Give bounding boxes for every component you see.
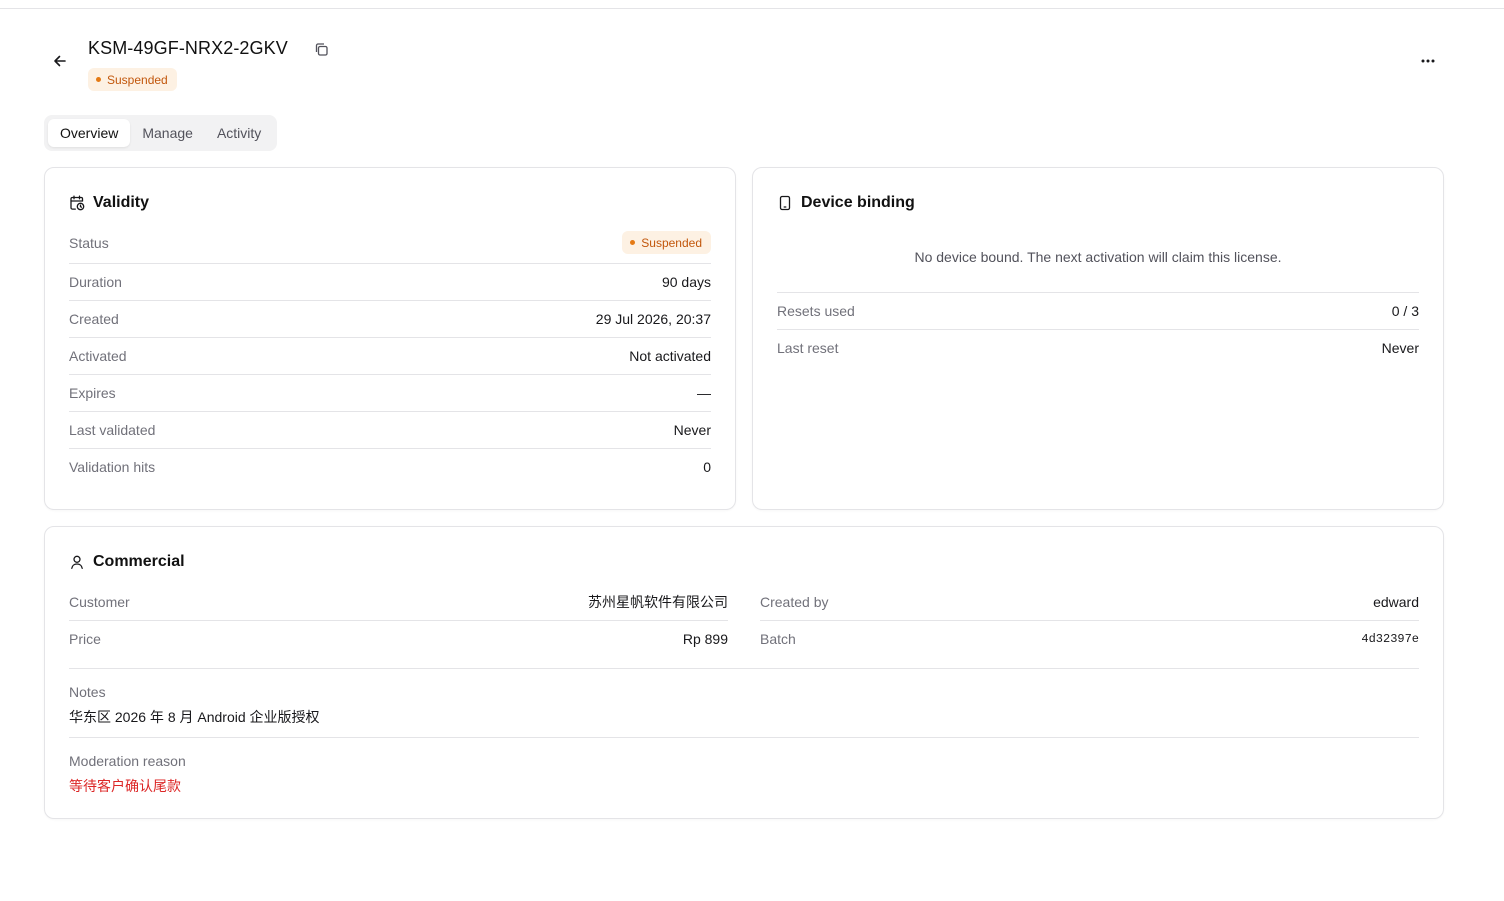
validity-title-text: Validity xyxy=(93,194,150,211)
row-label: Expires xyxy=(69,385,116,401)
user-icon xyxy=(71,555,83,569)
copy-icon xyxy=(315,42,328,56)
tab-activity[interactable]: Activity xyxy=(205,119,273,147)
validity-row-expires: Expires — xyxy=(69,374,711,411)
status-badge: Suspended xyxy=(88,68,177,91)
no-device-message: No device bound. The next activation wil… xyxy=(914,249,1282,265)
tab-overview[interactable]: Overview xyxy=(48,119,131,147)
validity-row-last-validated: Last validated Never xyxy=(69,411,711,448)
validity-card: Validity Status Suspended Duration 90 da… xyxy=(44,167,736,510)
row-value: Never xyxy=(1381,340,1419,356)
notes-value: 华东区 2026 年 8 月 Android 企业版授权 xyxy=(69,709,320,725)
row-label: Batch xyxy=(760,631,796,647)
row-value: 苏州星帆软件有限公司 xyxy=(588,593,728,610)
device-row-resets-used: Resets used 0 / 3 xyxy=(777,292,1419,329)
validity-row-created: Created 29 Jul 2026, 20:37 xyxy=(69,300,711,337)
top-divider xyxy=(0,8,1504,9)
validity-row-activated: Activated Not activated xyxy=(69,337,711,374)
page-header: KSM-49GF-NRX2-2GKV Suspended xyxy=(44,34,1444,94)
arrow-left-icon xyxy=(54,55,66,67)
row-label: Price xyxy=(69,631,101,647)
row-label: Customer xyxy=(69,593,130,610)
moderation-block: Moderation reason 等待客户确认尾款 xyxy=(69,753,1419,796)
row-label: Last reset xyxy=(777,340,839,356)
commercial-row-batch: Batch 4d32397e xyxy=(760,620,1419,657)
row-value: 4d32397e xyxy=(1361,632,1419,646)
moderation-reason-value: 等待客户确认尾款 xyxy=(69,778,181,794)
back-button[interactable] xyxy=(50,51,70,71)
row-label: Status xyxy=(69,234,109,251)
row-label: Duration xyxy=(69,274,122,290)
row-value: Never xyxy=(673,422,711,438)
validity-card-title: Validity xyxy=(69,194,149,212)
notes-block: Notes 华东区 2026 年 8 月 Android 企业版授权 xyxy=(69,684,1419,727)
status-badge-label: Suspended xyxy=(641,235,702,250)
validity-row-duration: Duration 90 days xyxy=(69,263,711,300)
row-label: Last validated xyxy=(69,422,156,438)
more-horizontal-icon xyxy=(1421,59,1435,63)
row-label: Created by xyxy=(760,593,829,610)
row-label: Validation hits xyxy=(69,459,156,475)
status-dot xyxy=(630,240,636,245)
device-title-text: Device binding xyxy=(801,194,915,211)
status-badge: Suspended xyxy=(622,231,711,254)
more-actions-button[interactable] xyxy=(1418,51,1438,71)
status-dot xyxy=(96,77,101,82)
section-divider xyxy=(69,737,1419,738)
section-divider xyxy=(69,668,1419,669)
calendar-clock-icon xyxy=(70,195,85,211)
tab-bar: Overview Manage Activity xyxy=(44,115,278,151)
row-value: 90 days xyxy=(661,274,711,290)
row-label: Resets used xyxy=(777,303,855,319)
commercial-card-title: Commercial xyxy=(69,553,185,571)
tab-manage[interactable]: Manage xyxy=(130,119,205,147)
commercial-row-customer: Customer 苏州星帆软件有限公司 xyxy=(69,583,728,620)
row-value: 0 xyxy=(703,459,711,475)
row-value: Rp 899 xyxy=(682,631,728,647)
status-badge-label: Suspended xyxy=(107,72,168,87)
copy-key-button[interactable] xyxy=(312,40,330,58)
row-value: 0 / 3 xyxy=(1391,303,1419,319)
notes-label: Notes xyxy=(69,684,106,700)
smartphone-icon xyxy=(779,195,791,211)
moderation-reason-label: Moderation reason xyxy=(69,753,186,769)
row-value: edward xyxy=(1373,593,1419,610)
page-title: KSM-49GF-NRX2-2GKV xyxy=(88,38,288,58)
device-binding-card: Device binding No device bound. The next… xyxy=(752,167,1444,510)
row-value: 29 Jul 2026, 20:37 xyxy=(595,311,711,327)
validity-row-validation-hits: Validation hits 0 xyxy=(69,448,711,485)
row-label: Created xyxy=(69,311,119,327)
commercial-title-text: Commercial xyxy=(93,553,185,570)
validity-row-status: Status Suspended xyxy=(69,224,711,261)
commercial-card: Commercial Customer 苏州星帆软件有限公司 Price Rp … xyxy=(44,526,1444,819)
row-value: — xyxy=(697,385,711,401)
device-card-title: Device binding xyxy=(777,194,915,212)
commercial-row-created-by: Created by edward xyxy=(760,583,1419,620)
row-label: Activated xyxy=(69,348,127,364)
commercial-row-price: Price Rp 899 xyxy=(69,620,728,657)
row-value: Not activated xyxy=(629,348,711,364)
device-row-last-reset: Last reset Never xyxy=(777,329,1419,366)
